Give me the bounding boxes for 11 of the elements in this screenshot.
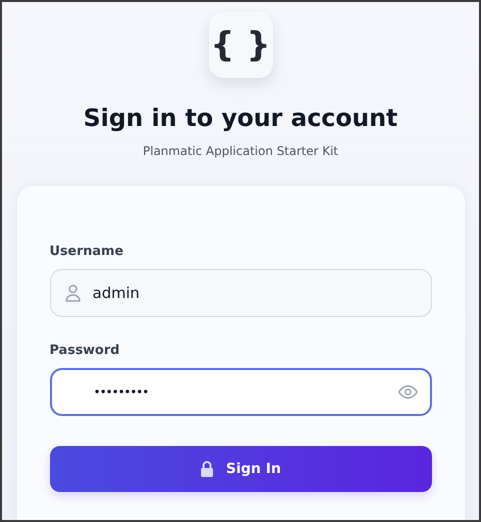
page-title: Sign in to your account	[83, 104, 398, 132]
user-icon	[64, 284, 80, 302]
logo-icon: { }	[208, 12, 272, 78]
lock-icon	[200, 461, 214, 477]
field-label: Username	[50, 244, 124, 259]
username-field[interactable]: admin	[50, 269, 432, 317]
eye-icon[interactable]	[398, 385, 418, 399]
field-label: Password	[50, 343, 120, 358]
password-field[interactable]: •••••••••	[50, 368, 432, 416]
subtitle: Planmatic Application Starter Kit	[142, 144, 338, 158]
sign-in-button[interactable]: Sign In	[50, 446, 432, 492]
